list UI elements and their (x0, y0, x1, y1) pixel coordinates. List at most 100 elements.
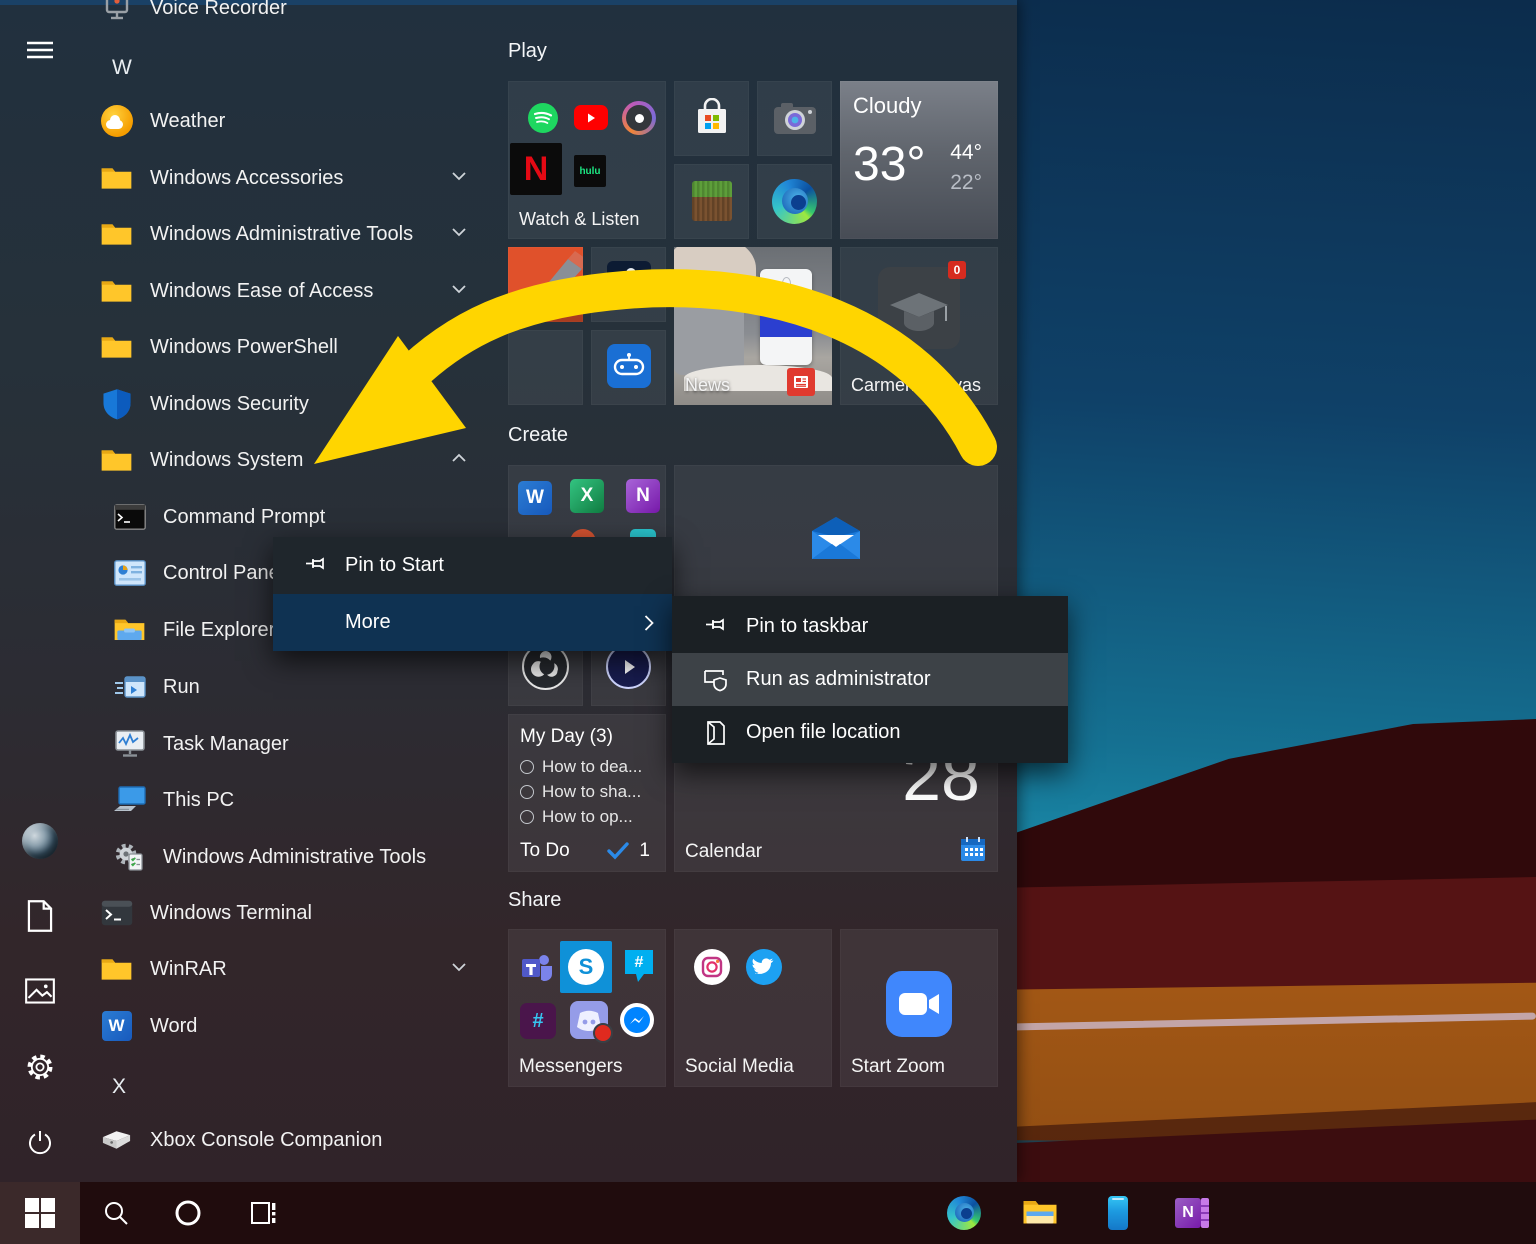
zoom-icon (886, 971, 952, 1037)
app-label: Windows Accessories (150, 167, 343, 190)
app-item-xbox-console-companion[interactable]: Xbox Console Companion (100, 1112, 492, 1168)
app-item-administrative-tools[interactable]: Windows Administrative Tools (113, 829, 505, 885)
app-item-windows-powershell[interactable]: Windows PowerShell (100, 319, 492, 375)
task-manager-icon (113, 728, 146, 761)
task-view-button[interactable] (236, 1182, 292, 1244)
app-label: Windows PowerShell (150, 336, 338, 359)
folder-icon (100, 331, 133, 364)
canvas-badge: 0 (948, 261, 966, 279)
cortana-button[interactable] (160, 1182, 216, 1244)
section-header-w[interactable]: W (112, 40, 232, 96)
settings-button[interactable] (14, 1041, 66, 1093)
this-pc-icon (113, 784, 146, 817)
user-account-button[interactable] (14, 815, 66, 867)
app-item-windows-security[interactable]: Windows Security (100, 376, 492, 432)
tile-minecraft[interactable] (674, 164, 749, 239)
app-item-windows-ease-of-access[interactable]: Windows Ease of Access (100, 263, 492, 319)
expand-menu-button[interactable] (14, 24, 66, 76)
shield-icon (100, 388, 133, 421)
app-item-winrar[interactable]: WinRAR (100, 941, 492, 997)
power-button[interactable] (14, 1117, 66, 1169)
tile-todo[interactable]: My Day (3) How to dea... How to sha... H… (508, 714, 666, 872)
folder-icon (100, 162, 133, 195)
tile-carmen-canvas[interactable]: 0 Carmen Canvas (840, 247, 998, 405)
todo-circle-icon (520, 785, 534, 799)
tile-edge[interactable] (757, 164, 832, 239)
start-button[interactable] (0, 1182, 80, 1244)
context-menu-item-more[interactable]: More (273, 594, 672, 651)
camera-icon (773, 101, 817, 135)
documents-button[interactable] (14, 890, 66, 942)
app-item-task-manager[interactable]: Task Manager (113, 716, 505, 772)
tile-watch-and-listen[interactable]: N hulu Watch & Listen (508, 81, 666, 239)
tile-group-header-play[interactable]: Play (508, 40, 547, 63)
groove-music-icon (622, 101, 656, 135)
menu-label: Pin to Start (345, 554, 444, 577)
task-view-icon (250, 1199, 278, 1227)
tile-label: Social Media (685, 1056, 794, 1078)
app-label: Control Panel (163, 562, 284, 585)
app-label: Word (150, 1015, 197, 1038)
teams-icon (520, 951, 554, 985)
tile-group-header-create[interactable]: Create (508, 424, 568, 447)
app-item-windows-administrative-tools[interactable]: Windows Administrative Tools (100, 206, 492, 262)
tile-camera[interactable] (757, 81, 832, 156)
tile-label: Start Zoom (851, 1056, 945, 1078)
app-item-windows-accessories[interactable]: Windows Accessories (100, 150, 492, 206)
weather-temp: 33° (853, 137, 926, 192)
app-item-voice-recorder[interactable]: Voice Recorder (100, 0, 492, 36)
tile-social-media[interactable]: Social Media (674, 929, 832, 1087)
tile-group-header-share[interactable]: Share (508, 889, 561, 912)
tile-kindle[interactable] (591, 247, 666, 322)
tile-weather[interactable]: Cloudy 33° 44° 22° (840, 81, 998, 239)
app-item-weather[interactable]: Weather (100, 93, 492, 149)
power-icon (26, 1129, 54, 1157)
chevron-down-icon[interactable] (452, 962, 466, 976)
chevron-down-icon[interactable] (452, 227, 466, 241)
tile-microsoft-store[interactable] (674, 81, 749, 156)
chevron-down-icon[interactable] (452, 171, 466, 185)
app-label: Command Prompt (163, 506, 325, 529)
gear-icon (25, 1052, 55, 1082)
tile-sketchable[interactable] (508, 247, 583, 322)
tile-game-bar[interactable] (591, 330, 666, 405)
taskbar-file-explorer-button[interactable] (1012, 1182, 1068, 1244)
submenu-item-open-file-location[interactable]: Open file location (672, 706, 1068, 759)
app-label: Windows Administrative Tools (150, 223, 413, 246)
app-label: Windows System (150, 449, 303, 472)
app-label: Task Manager (163, 733, 289, 756)
calendar-icon (960, 836, 986, 862)
app-item-this-pc[interactable]: This PC (113, 772, 505, 828)
submenu-item-pin-to-taskbar[interactable]: Pin to taskbar (672, 600, 1068, 653)
weather-condition: Cloudy (853, 93, 921, 119)
search-button[interactable] (88, 1182, 144, 1244)
app-item-word[interactable]: W Word (100, 998, 492, 1054)
tile-messengers[interactable]: S # # Messengers (508, 929, 666, 1087)
taskbar: N (0, 1182, 1536, 1244)
chevron-up-icon[interactable] (452, 453, 466, 467)
tile-news[interactable]: News (674, 247, 832, 405)
taskbar-onenote-button[interactable]: N (1164, 1182, 1220, 1244)
instagram-icon (694, 949, 730, 985)
pictures-button[interactable] (14, 965, 66, 1017)
section-header-x[interactable]: X (112, 1059, 232, 1115)
tile-label: Carmen Canvas (851, 375, 981, 396)
pictures-icon (25, 978, 55, 1004)
folder-icon (100, 444, 133, 477)
search-icon (103, 1200, 129, 1226)
taskbar-your-phone-button[interactable] (1090, 1182, 1146, 1244)
context-submenu: Pin to taskbar Run as administrator Open… (672, 596, 1068, 763)
tile-start-zoom[interactable]: Start Zoom (840, 929, 998, 1087)
app-item-windows-system[interactable]: Windows System (100, 432, 492, 488)
game-bar-icon (607, 344, 651, 388)
file-location-icon (702, 719, 730, 747)
taskbar-edge-button[interactable] (936, 1182, 992, 1244)
svg-text:#: # (635, 954, 644, 971)
windows-terminal-icon (100, 897, 133, 930)
submenu-item-run-as-administrator[interactable]: Run as administrator (672, 653, 1068, 706)
app-item-windows-terminal[interactable]: Windows Terminal (100, 885, 492, 941)
menu-label: More (345, 611, 391, 634)
context-menu-item-pin-to-start[interactable]: Pin to Start (273, 537, 672, 594)
app-item-run[interactable]: Run (113, 659, 505, 715)
chevron-down-icon[interactable] (452, 284, 466, 298)
